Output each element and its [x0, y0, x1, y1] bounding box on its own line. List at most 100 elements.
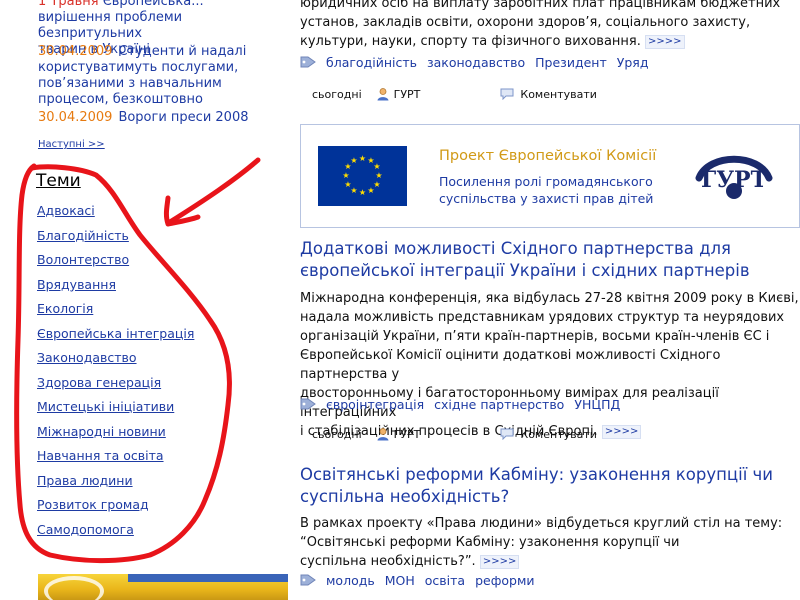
- read-more-button[interactable]: >>>>: [645, 34, 685, 49]
- tag-link[interactable]: молодь: [326, 573, 375, 588]
- next-news-link[interactable]: Наступні >>: [38, 139, 105, 150]
- svg-text:ГУРТ: ГУРТ: [701, 167, 768, 193]
- topic-item[interactable]: Права людини: [37, 473, 194, 498]
- article-excerpt: юридичних осіб на виплату заробітних пла…: [300, 0, 800, 51]
- left-sidebar: 1 Травня Європейська... вирішення пробле…: [0, 0, 290, 600]
- tag-icon: [300, 398, 316, 410]
- comment-icon: [500, 88, 514, 100]
- tag-link[interactable]: благодійність: [326, 55, 417, 70]
- topic-item[interactable]: Самодопомога: [37, 522, 194, 547]
- banner-subtitle: Посилення ролі громадянського суспільств…: [439, 173, 653, 207]
- svg-text:★: ★: [350, 156, 357, 165]
- tag-icon: [300, 574, 316, 586]
- news-date: 30.04.2009: [38, 44, 113, 59]
- read-more-button[interactable]: >>>>: [601, 424, 642, 439]
- author-link[interactable]: ГУРТ: [394, 428, 421, 441]
- topic-item[interactable]: Волонтерство: [37, 252, 194, 277]
- topic-item[interactable]: Мистецькі ініціативи: [37, 399, 194, 424]
- news-date: 30.04.2009: [38, 110, 113, 125]
- topic-link-international-news[interactable]: Міжнародні новини: [37, 424, 166, 439]
- news-item[interactable]: 30.04.2009 Студенти й надалі користуватим…: [38, 44, 283, 108]
- banner-subtitle-line: Посилення ролі громадянського: [439, 174, 653, 189]
- topic-item[interactable]: Врядування: [37, 277, 194, 302]
- post-date: сьогодні: [312, 87, 362, 101]
- news-text[interactable]: Європейська...: [103, 0, 204, 9]
- article-body: В рамках проекту «Права людини» відбудет…: [300, 514, 800, 571]
- ukraine-flag-banner[interactable]: [38, 574, 288, 600]
- topic-item[interactable]: Навчання та освіта: [37, 448, 194, 473]
- article-line: Міжнародна конференція, яка відбулась 27…: [300, 291, 799, 306]
- comment-icon: [500, 428, 514, 440]
- post-date: сьогодні: [312, 427, 362, 441]
- topic-link-volunteering[interactable]: Волонтерство: [37, 252, 129, 267]
- topics-list: Адвокасі Благодійність Волонтерство Вряд…: [37, 203, 194, 546]
- article-meta: сьогодні ГУРТ Коментувати: [312, 426, 597, 442]
- tags-row: євроінтеграція східне партнерство УНЦПД: [300, 395, 630, 413]
- banner-wave-decoration: [44, 576, 104, 600]
- svg-text:★: ★: [359, 188, 366, 197]
- article-title-link[interactable]: Додаткові можливості Східного партнерств…: [300, 238, 750, 282]
- eu-flag-icon: ★ ★ ★ ★ ★ ★ ★ ★ ★ ★ ★ ★: [318, 146, 407, 206]
- article-line: Європейської Комісії оцінити додаткові м…: [300, 348, 721, 382]
- svg-text:★: ★: [359, 154, 366, 163]
- topic-item[interactable]: Європейська інтеграція: [37, 326, 194, 351]
- tag-link[interactable]: законодавство: [427, 55, 525, 70]
- tag-link[interactable]: МОН: [385, 573, 415, 588]
- comment-link[interactable]: Коментувати: [520, 88, 597, 101]
- topic-item[interactable]: Екологія: [37, 301, 194, 326]
- user-icon: [377, 88, 389, 101]
- svg-text:★: ★: [367, 186, 374, 195]
- topic-link-ecology[interactable]: Екологія: [37, 301, 93, 316]
- topic-item[interactable]: Розвиток громад: [37, 497, 194, 522]
- topic-item[interactable]: Здорова генерація: [37, 375, 194, 400]
- article-line: В рамках проекту «Права людини» відбудет…: [300, 516, 783, 531]
- topic-link-eu-integration[interactable]: Європейська інтеграція: [37, 326, 194, 341]
- tag-link[interactable]: Уряд: [617, 55, 649, 70]
- flag-blue-stripe: [128, 574, 288, 582]
- article-body: Міжнародна конференція, яка відбулась 27…: [300, 289, 800, 441]
- news-link[interactable]: Вороги преси 2008: [118, 110, 248, 125]
- comment-link[interactable]: Коментувати: [520, 428, 597, 441]
- article-title-link[interactable]: Освітянські реформи Кабміну: узаконення …: [300, 464, 773, 508]
- tag-link[interactable]: УНЦПД: [574, 397, 620, 412]
- read-more-button[interactable]: >>>>: [479, 554, 520, 569]
- gurt-logo: ГУРТ: [695, 155, 773, 199]
- news-text-line[interactable]: вирішення проблеми безпритульних: [38, 10, 283, 42]
- topic-item[interactable]: Законодавство: [37, 350, 194, 375]
- tag-link[interactable]: східне партнерство: [434, 397, 564, 412]
- topic-item[interactable]: Благодійність: [37, 228, 194, 253]
- tag-link[interactable]: євроінтеграція: [326, 397, 424, 412]
- topic-link-human-rights[interactable]: Права людини: [37, 473, 133, 488]
- topics-heading: Теми: [36, 171, 81, 191]
- author-link[interactable]: ГУРТ: [394, 88, 421, 101]
- article-line: культури, науки, спорту та фізичного вих…: [300, 34, 641, 49]
- topic-link-governance[interactable]: Врядування: [37, 277, 116, 292]
- topic-link-art-initiatives[interactable]: Мистецькі ініціативи: [37, 399, 174, 414]
- topic-link-charity[interactable]: Благодійність: [37, 228, 129, 243]
- topic-link-community-development[interactable]: Розвиток громад: [37, 497, 149, 512]
- tag-link[interactable]: реформи: [475, 573, 534, 588]
- news-item[interactable]: 30.04.2009 Вороги преси 2008: [38, 110, 283, 126]
- news-date: 1 Травня: [38, 0, 99, 9]
- topic-item[interactable]: Адвокасі: [37, 203, 194, 228]
- article-line: організацій України, п’яти країн-партнер…: [300, 329, 770, 344]
- article-meta: сьогодні ГУРТ Коментувати: [312, 86, 597, 102]
- tags-row: благодійність законодавство Президент Ур…: [300, 53, 658, 71]
- svg-text:★: ★: [373, 162, 380, 171]
- article-line: суспільна необхідність?”.: [300, 554, 476, 569]
- main-content: юридичних осіб на виплату заробітних пла…: [300, 0, 800, 600]
- topic-link-legislation[interactable]: Законодавство: [37, 350, 137, 365]
- svg-text:★: ★: [344, 180, 351, 189]
- tags-row: молодь МОН освіта реформи: [300, 571, 545, 589]
- banner-subtitle-line: суспільства у захисті прав дітей: [439, 191, 654, 206]
- tag-link[interactable]: освіта: [425, 573, 465, 588]
- topic-link-education[interactable]: Навчання та освіта: [37, 448, 164, 463]
- svg-text:★: ★: [342, 171, 349, 180]
- topic-item[interactable]: Міжнародні новини: [37, 424, 194, 449]
- eu-project-banner[interactable]: ★ ★ ★ ★ ★ ★ ★ ★ ★ ★ ★ ★ Проект Європейсь…: [300, 124, 800, 228]
- topic-link-self-help[interactable]: Самодопомога: [37, 522, 134, 537]
- tag-link[interactable]: Президент: [535, 55, 607, 70]
- banner-title: Проект Європейської Комісії: [439, 148, 657, 164]
- topic-link-healthy-generation[interactable]: Здорова генерація: [37, 375, 161, 390]
- topic-link-advocacy[interactable]: Адвокасі: [37, 203, 95, 218]
